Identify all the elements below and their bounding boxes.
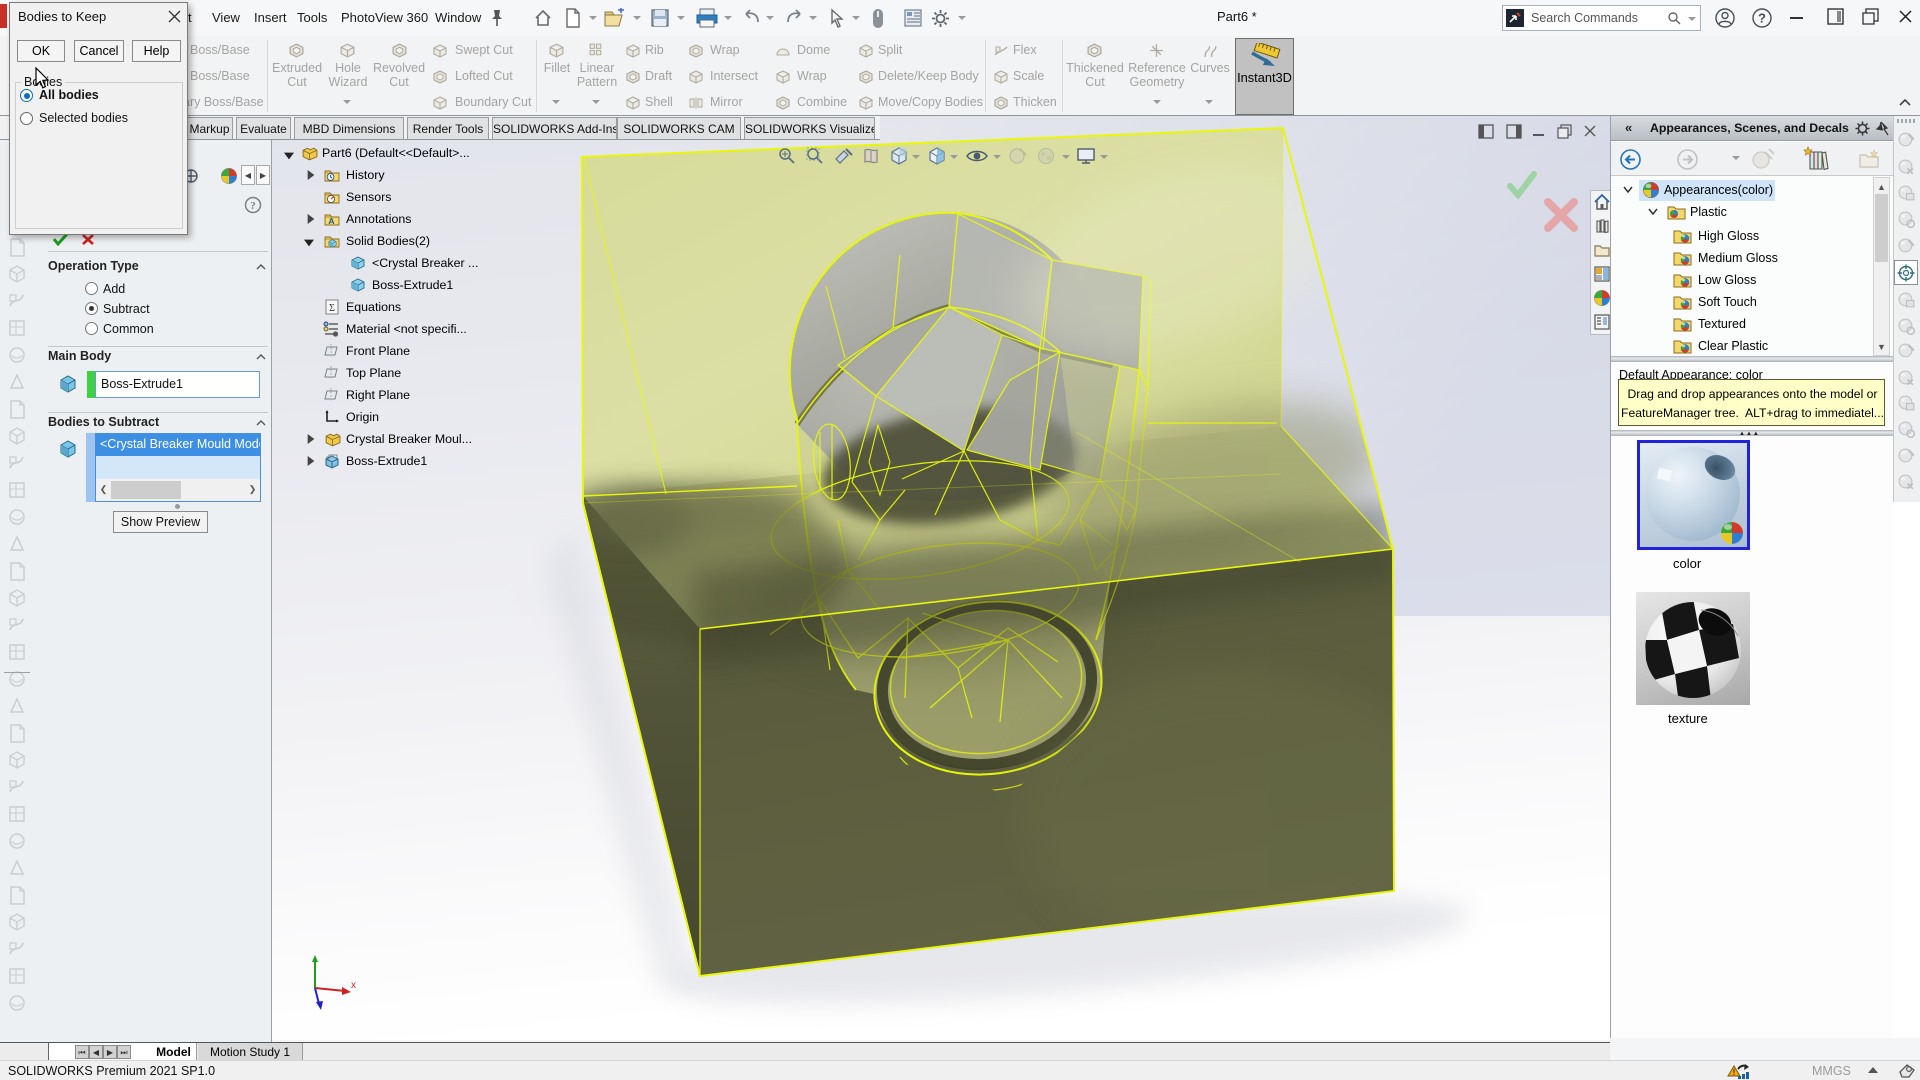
svg-text:Σ: Σ — [329, 303, 335, 314]
svg-text:x: x — [351, 980, 356, 991]
svg-text:?: ? — [1758, 11, 1766, 26]
svg-text:!: ! — [1733, 1068, 1736, 1077]
svg-text:?: ? — [250, 200, 256, 212]
svg-text:A: A — [328, 216, 334, 226]
